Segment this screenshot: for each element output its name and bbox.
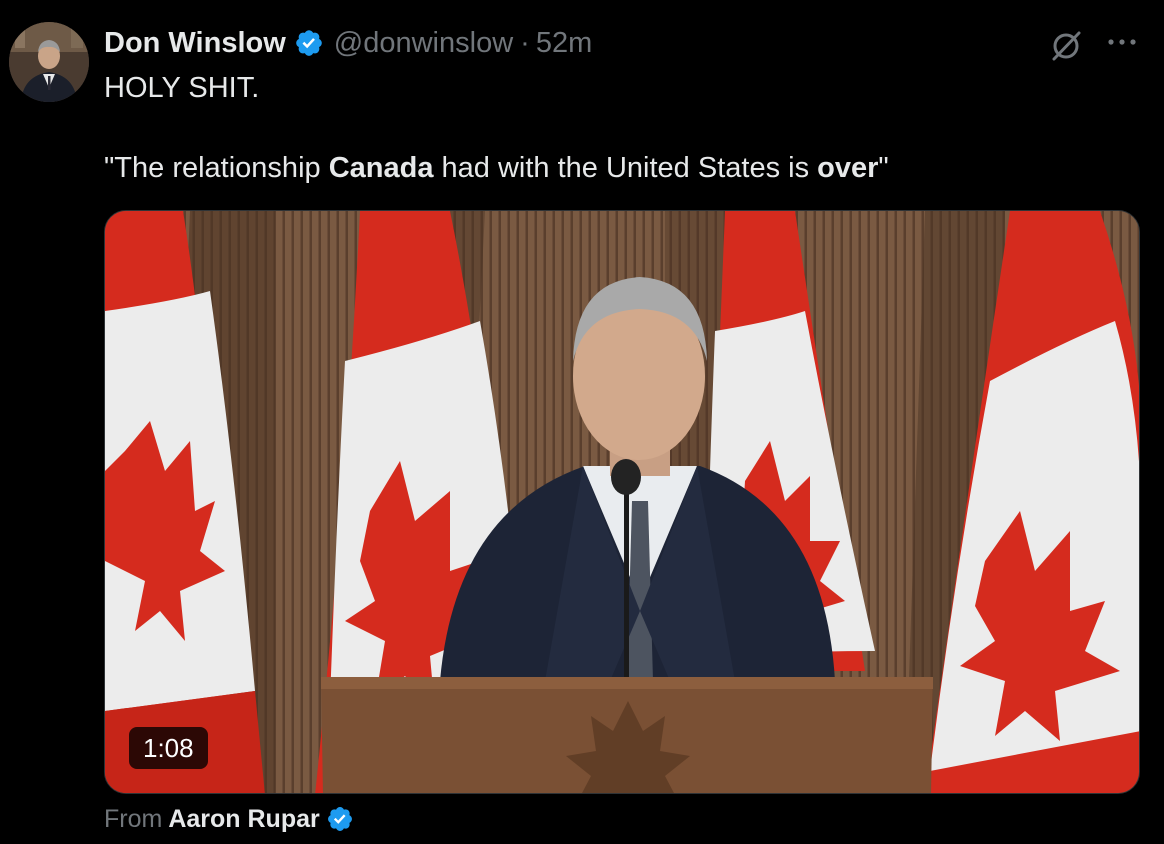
quote-text: " [878,152,889,184]
quote-bold-text: over [817,152,879,184]
quote-bold-text: Canada [328,152,434,184]
author-display-name[interactable]: Don Winslow [104,27,286,60]
quote-text: had with the United States is [433,152,818,184]
tweet-quote-line: "The relationship Canada had with the Un… [104,148,1134,188]
source-from-label: From [104,804,163,833]
author-handle[interactable]: @donwinslow [334,27,513,60]
tweet-timestamp[interactable]: 52m [536,27,592,60]
verified-badge-icon[interactable] [294,28,324,58]
tweet-text-line: HOLY SHIT. [104,72,260,104]
grok-icon[interactable] [1046,26,1086,66]
tweet-text-spacer [104,108,1134,148]
header-separator: · [520,26,530,59]
source-account-name[interactable]: Aaron Rupar [168,805,319,834]
more-options-icon[interactable] [1104,30,1140,54]
verified-badge-icon [326,805,354,833]
quote-text: "The relationship [104,152,329,184]
avatar-image [9,22,89,102]
video-duration-badge: 1:08 [129,727,208,769]
tweet[interactable]: Don Winslow @donwinslow · 52m HOLY SHIT.… [0,0,1164,844]
tweet-text: HOLY SHIT. "The relationship Canada had … [104,68,1134,188]
video-player[interactable]: 1:08 [104,210,1140,794]
video-thumbnail [105,211,1139,793]
tweet-header: Don Winslow @donwinslow · 52m [104,24,592,62]
video-source-attribution: From Aaron Rupar [104,800,354,838]
author-avatar[interactable] [9,22,89,102]
